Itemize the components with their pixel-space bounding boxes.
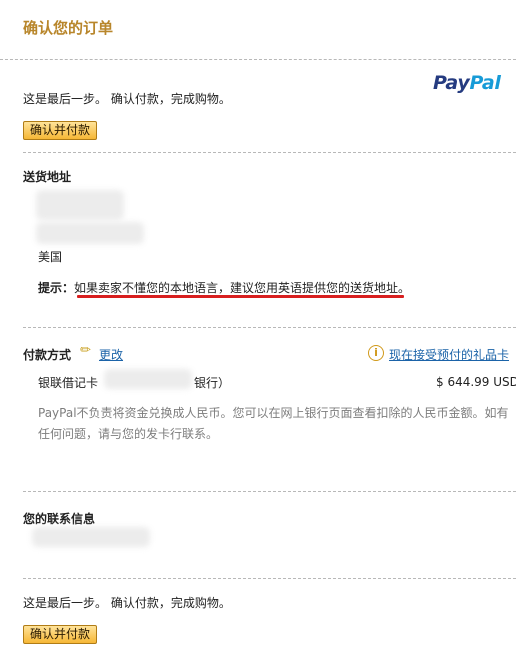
card-label: 银联借记卡: [38, 376, 99, 390]
divider: [0, 59, 516, 60]
divider: [23, 491, 516, 492]
redacted-card-number: [104, 369, 192, 389]
final-step-message: 这是最后一步。 确认付款，完成购物。: [23, 92, 231, 106]
info-circle-icon: i: [368, 345, 384, 361]
redacted-address: [36, 222, 144, 244]
confirm-pay-button-top[interactable]: 确认并付款: [23, 121, 98, 140]
payment-method-heading: 付款方式: [23, 348, 72, 362]
shipping-country: 美国: [38, 250, 63, 264]
hint-label: 提示：: [38, 281, 75, 295]
confirm-pay-button-bottom[interactable]: 确认并付款: [23, 625, 98, 644]
redacted-contact: [32, 527, 150, 547]
gift-card-link[interactable]: 现在接受预付的礼品卡: [389, 346, 509, 363]
hint-text: 如果卖家不懂您的本地语言，建议您用英语提供您的送货地址。: [74, 281, 411, 295]
divider: [23, 327, 516, 328]
page-title: 确认您的订单: [23, 19, 114, 37]
shipping-address-heading: 送货地址: [23, 170, 72, 184]
red-underline-annotation: [77, 295, 404, 298]
redacted-address: [36, 190, 124, 220]
shipping-hint: 提示：如果卖家不懂您的本地语言，建议您用英语提供您的送货地址。: [38, 279, 410, 296]
final-step-message-bottom: 这是最后一步。 确认付款，完成购物。: [23, 596, 231, 610]
contact-info-heading: 您的联系信息: [23, 512, 96, 526]
card-bank-suffix: 银行）: [194, 376, 231, 390]
divider: [23, 578, 516, 579]
payment-amount: $ 644.99 USD: [436, 375, 516, 389]
paypal-logo: PayPal: [433, 72, 501, 94]
currency-note: PayPal不负责将资金兑换成人民币。您可以在网上银行页面查看扣除的人民币金额。…: [38, 406, 509, 441]
pencil-icon[interactable]: ✏: [80, 343, 91, 358]
change-payment-link[interactable]: 更改: [99, 346, 123, 363]
divider: [23, 152, 516, 153]
